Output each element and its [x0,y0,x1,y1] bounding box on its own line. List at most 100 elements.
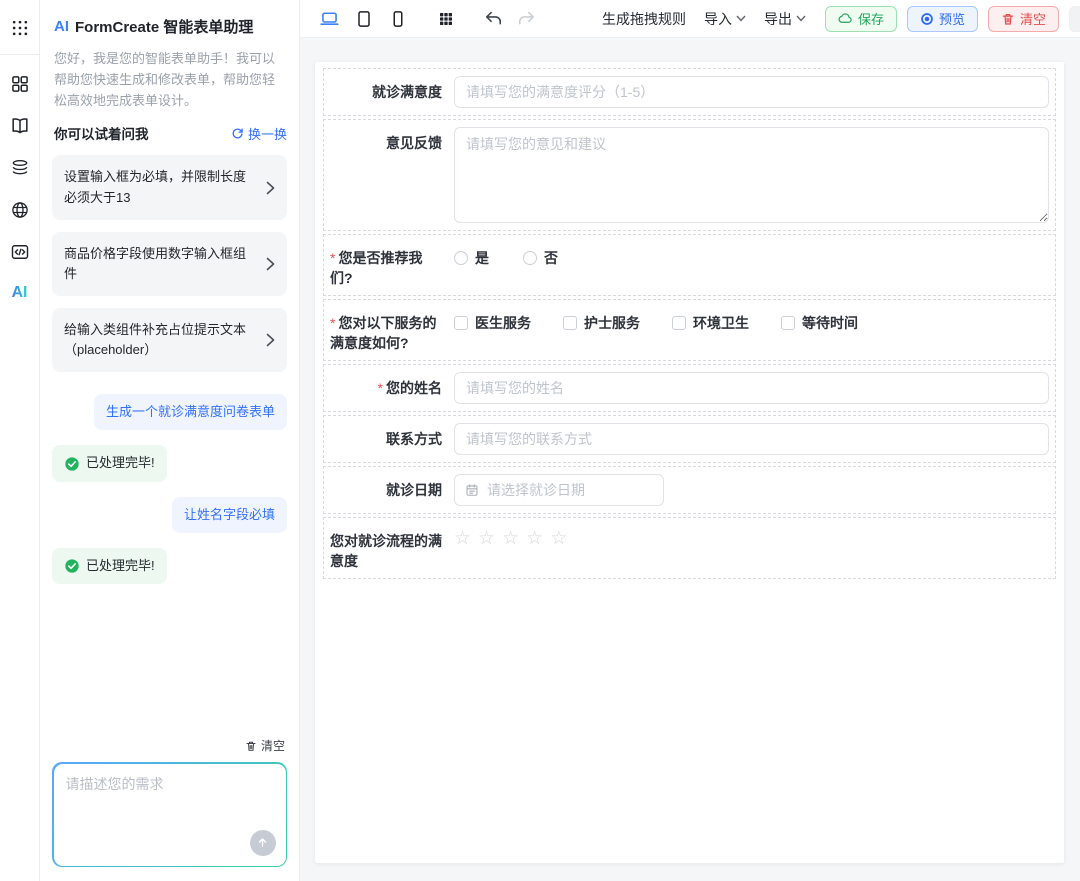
rail-item-ai[interactable]: AI [0,273,39,313]
message-text: 已处理完毕! [86,454,155,472]
undo-button[interactable] [477,9,510,28]
phone-icon [388,9,408,29]
save-button[interactable]: 保存 [825,6,897,32]
globe-icon [10,200,30,220]
suggestion-text: 给输入类组件补充占位提示文本（placeholder） [64,320,258,360]
radio-option[interactable]: 否 [523,242,558,268]
field-control [442,127,1049,223]
checkbox-label: 等待时间 [802,313,858,333]
field-label: *您的姓名 [330,372,442,404]
radio-option[interactable]: 是 [454,242,489,268]
field-label: 您对就诊流程的满意度 [330,525,442,571]
device-tablet-button[interactable] [347,9,381,29]
date-placeholder: 请选择就诊日期 [487,480,585,500]
preview-button[interactable]: 预览 [907,6,978,32]
radio-circle-icon[interactable] [523,251,537,265]
form-field-row[interactable]: 就诊日期 请选择就诊日期 [323,466,1056,514]
checkbox-option[interactable]: 等待时间 [781,307,858,333]
import-menu-button[interactable]: 导入 [695,9,755,29]
form-field-row[interactable]: *您对以下服务的满意度如何? 医生服务 护士服务 环境卫生 等待时间 [323,299,1056,361]
field-textarea[interactable] [454,127,1049,223]
suggestion-card[interactable]: 商品价格字段使用数字输入框组件 [52,232,287,296]
field-text-input[interactable] [454,372,1049,404]
checkbox-label: 护士服务 [584,313,640,333]
checkbox-icon[interactable] [563,316,577,330]
star-icon[interactable]: ☆ [502,528,519,548]
radio-circle-icon[interactable] [454,251,468,265]
redo-button[interactable] [510,9,543,28]
field-control [442,423,1049,455]
rail-item-components[interactable] [0,63,39,105]
chat-input-border: 请描述您的需求 [52,762,287,867]
export-menu-button[interactable]: 导出 [755,9,815,29]
assistant-message: 已处理完毕! [52,548,167,584]
message-text: 已处理完毕! [86,557,155,575]
rail-item-docs[interactable] [0,105,39,147]
field-text-input[interactable] [454,423,1049,455]
trash-icon [1001,12,1015,26]
star-icon[interactable]: ☆ [550,528,567,548]
send-button[interactable] [250,830,276,856]
check-circle-icon [64,558,80,574]
checkbox-option[interactable]: 环境卫生 [672,307,749,333]
rail-item-code[interactable] [0,231,39,273]
radio-label: 否 [544,248,558,268]
database-icon [10,158,30,178]
generate-drag-rules-button[interactable]: 生成拖拽规则 [593,9,695,29]
refresh-suggestions-link[interactable]: 换一换 [231,124,287,143]
form-field-row[interactable]: 意见反馈 [323,119,1056,231]
main-area: 生成拖拽规则 导入 导出 保存 预览 [300,0,1080,881]
checkbox-icon[interactable] [672,316,686,330]
check-circle-icon [64,456,80,472]
form-field-row[interactable]: 您对就诊流程的满意度 ☆ ☆ ☆ ☆ ☆ [323,517,1056,579]
form-field-row[interactable]: 就诊满意度 [323,68,1056,116]
checkbox-icon[interactable] [454,316,468,330]
date-picker-input[interactable]: 请选择就诊日期 [454,474,664,506]
field-text-input[interactable] [454,76,1049,108]
field-label: *您对以下服务的满意度如何? [330,307,442,353]
star-icon[interactable]: ☆ [454,528,471,548]
suggestion-card[interactable]: 给输入类组件补充占位提示文本（placeholder） [52,308,287,372]
rail-item-apps[interactable] [0,0,39,55]
chat-input-placeholder: 请描述您的需求 [66,776,164,792]
checkbox-option[interactable]: 护士服务 [563,307,640,333]
assistant-greeting: 您好，我是您的智能表单助手！我可以帮助您快速生成和修改表单，帮助您轻松高效地完成… [52,49,287,111]
form-field-row[interactable]: *您是否推荐我们?是否 [323,234,1056,296]
form-card[interactable]: 就诊满意度意见反馈*您是否推荐我们?是否*您对以下服务的满意度如何?医生服务护士… [315,62,1064,863]
message-text: 让姓名字段必填 [184,507,275,522]
more-actions-button[interactable]: ··· [1069,6,1080,32]
clear-form-button[interactable]: 清空 [988,6,1059,32]
ai-entry-icon: AI [12,284,28,302]
rail-item-globe[interactable] [0,189,39,231]
star-icon[interactable]: ☆ [526,528,543,548]
rail-item-database[interactable] [0,147,39,189]
suggestion-list: 设置输入框为必填，并限制长度必须大于13 商品价格字段使用数字输入框组件给输入类组… [52,155,287,372]
field-label: 就诊满意度 [330,76,442,108]
form-field-row[interactable]: *您的姓名 [323,364,1056,412]
device-laptop-button[interactable] [312,8,347,29]
checkbox-option[interactable]: 医生服务 [454,307,531,333]
field-label: 就诊日期 [330,474,442,506]
arrow-up-icon [256,836,269,849]
field-control [442,76,1049,108]
cloud-save-icon [838,11,853,26]
checkbox-icon[interactable] [781,316,795,330]
required-asterisk: * [330,250,335,266]
suggestion-card[interactable]: 设置输入框为必填，并限制长度必须大于13 [52,155,287,219]
suggestion-text: 商品价格字段使用数字输入框组件 [64,244,258,284]
chevron-down-icon [796,15,806,22]
layout-grid-button[interactable] [431,11,461,27]
app-root: AI AI FormCreate 智能表单助理 您好，我是您的智能表单助手！我可… [0,0,1080,881]
chat-input[interactable]: 请描述您的需求 [54,764,286,866]
field-label: 意见反馈 [330,127,442,223]
star-icon[interactable]: ☆ [478,528,495,548]
device-phone-button[interactable] [381,9,415,29]
field-control: 是否 [442,242,1049,288]
checkbox-label: 医生服务 [475,313,531,333]
grid-icon [438,11,454,27]
form-field-row[interactable]: 联系方式 [323,415,1056,463]
tablet-icon [354,9,374,29]
laptop-icon [319,8,340,29]
user-message: 让姓名字段必填 [172,497,287,533]
chat-clear-button[interactable]: 清空 [52,737,285,754]
